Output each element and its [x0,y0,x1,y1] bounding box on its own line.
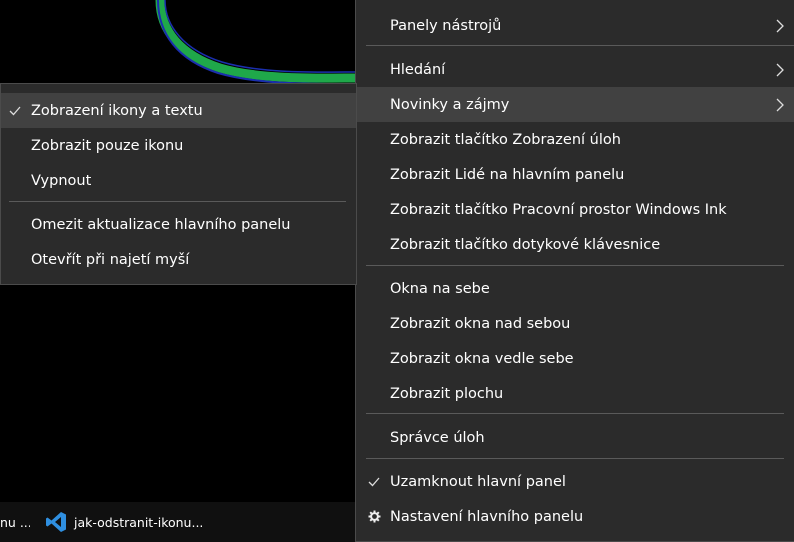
menu-item-label: Uzamknout hlavní panel [390,473,566,490]
submenu-item-reduce-updates[interactable]: Omezit aktualizace hlavního panelu [1,207,356,242]
menu-item-label: Zobrazit pouze ikonu [31,137,184,154]
menu-separator [366,413,784,414]
menu-item-label: Okna na sebe [390,280,490,297]
menu-item-touch-keyboard[interactable]: Zobrazit tlačítko dotykové klávesnice [356,227,794,262]
menu-item-label: Otevřít při najetí myší [31,251,190,268]
menu-item-news-and-interests[interactable]: Novinky a zájmy [356,87,794,122]
menu-item-task-manager[interactable]: Správce úloh [356,420,794,455]
menu-item-label: Nastavení hlavního panelu [390,508,584,525]
submenu-item-open-on-hover[interactable]: Otevřít při najetí myší [1,242,356,277]
menu-item-people[interactable]: Zobrazit Lidé na hlavním panelu [356,157,794,192]
chevron-right-icon [776,8,784,43]
menu-item-search[interactable]: Hledání [356,52,794,87]
submenu-item-turn-off[interactable]: Vypnout [1,163,356,198]
menu-separator [366,458,784,459]
menu-item-lock-taskbar[interactable]: Uzamknout hlavní panel [356,464,794,499]
chevron-right-icon [776,52,784,87]
menu-item-label: Omezit aktualizace hlavního panelu [31,216,291,233]
checkmark-icon [5,93,25,128]
menu-separator [9,201,346,202]
checkmark-icon [364,464,384,499]
menu-separator [366,265,784,266]
menu-item-stack-windows[interactable]: Zobrazit okna nad sebou [356,306,794,341]
menu-item-windows-ink[interactable]: Zobrazit tlačítko Pracovní prostor Windo… [356,192,794,227]
menu-item-toolbars[interactable]: Panely nástrojů [356,8,794,43]
menu-item-side-by-side[interactable]: Zobrazit okna vedle sebe [356,341,794,376]
menu-item-label: Zobrazení ikony a textu [31,102,203,119]
chevron-right-icon [776,87,784,122]
taskbar-item-1[interactable]: nu ... [0,502,30,542]
menu-item-cascade-windows[interactable]: Okna na sebe [356,271,794,306]
taskbar-context-menu: Panely nástrojů Hledání Novinky a zájmy … [355,0,794,542]
menu-item-label: Zobrazit tlačítko Pracovní prostor Windo… [390,201,727,218]
menu-item-show-desktop[interactable]: Zobrazit plochu [356,376,794,411]
menu-item-label: Panely nástrojů [390,17,502,34]
vscode-icon [46,512,66,532]
submenu-item-icon-and-text[interactable]: Zobrazení ikony a textu [1,93,356,128]
menu-separator [366,45,794,46]
menu-item-label: Zobrazit tlačítko Zobrazení úloh [390,131,621,148]
news-and-interests-submenu: Zobrazení ikony a textu Zobrazit pouze i… [0,83,357,285]
taskbar-item-vscode[interactable]: jak-odstranit-ikonu... [44,502,203,542]
menu-item-task-view-button[interactable]: Zobrazit tlačítko Zobrazení úloh [356,122,794,157]
gear-icon [364,499,384,534]
menu-item-label: Správce úloh [390,429,485,446]
taskbar: nu ... jak-odstranit-ikonu... [0,502,356,542]
submenu-item-icon-only[interactable]: Zobrazit pouze ikonu [1,128,356,163]
menu-item-label: Zobrazit Lidé na hlavním panelu [390,166,625,183]
menu-item-label: Vypnout [31,172,92,189]
menu-item-taskbar-settings[interactable]: Nastavení hlavního panelu [356,499,794,534]
taskbar-item-label: jak-odstranit-ikonu... [74,514,204,530]
taskbar-item-label: nu ... [0,514,30,530]
menu-item-label: Novinky a zájmy [390,96,510,113]
menu-item-label: Hledání [390,61,446,78]
menu-item-label: Zobrazit okna nad sebou [390,315,571,332]
menu-item-label: Zobrazit okna vedle sebe [390,350,574,367]
menu-item-label: Zobrazit tlačítko dotykové klávesnice [390,236,661,253]
menu-item-label: Zobrazit plochu [390,385,504,402]
